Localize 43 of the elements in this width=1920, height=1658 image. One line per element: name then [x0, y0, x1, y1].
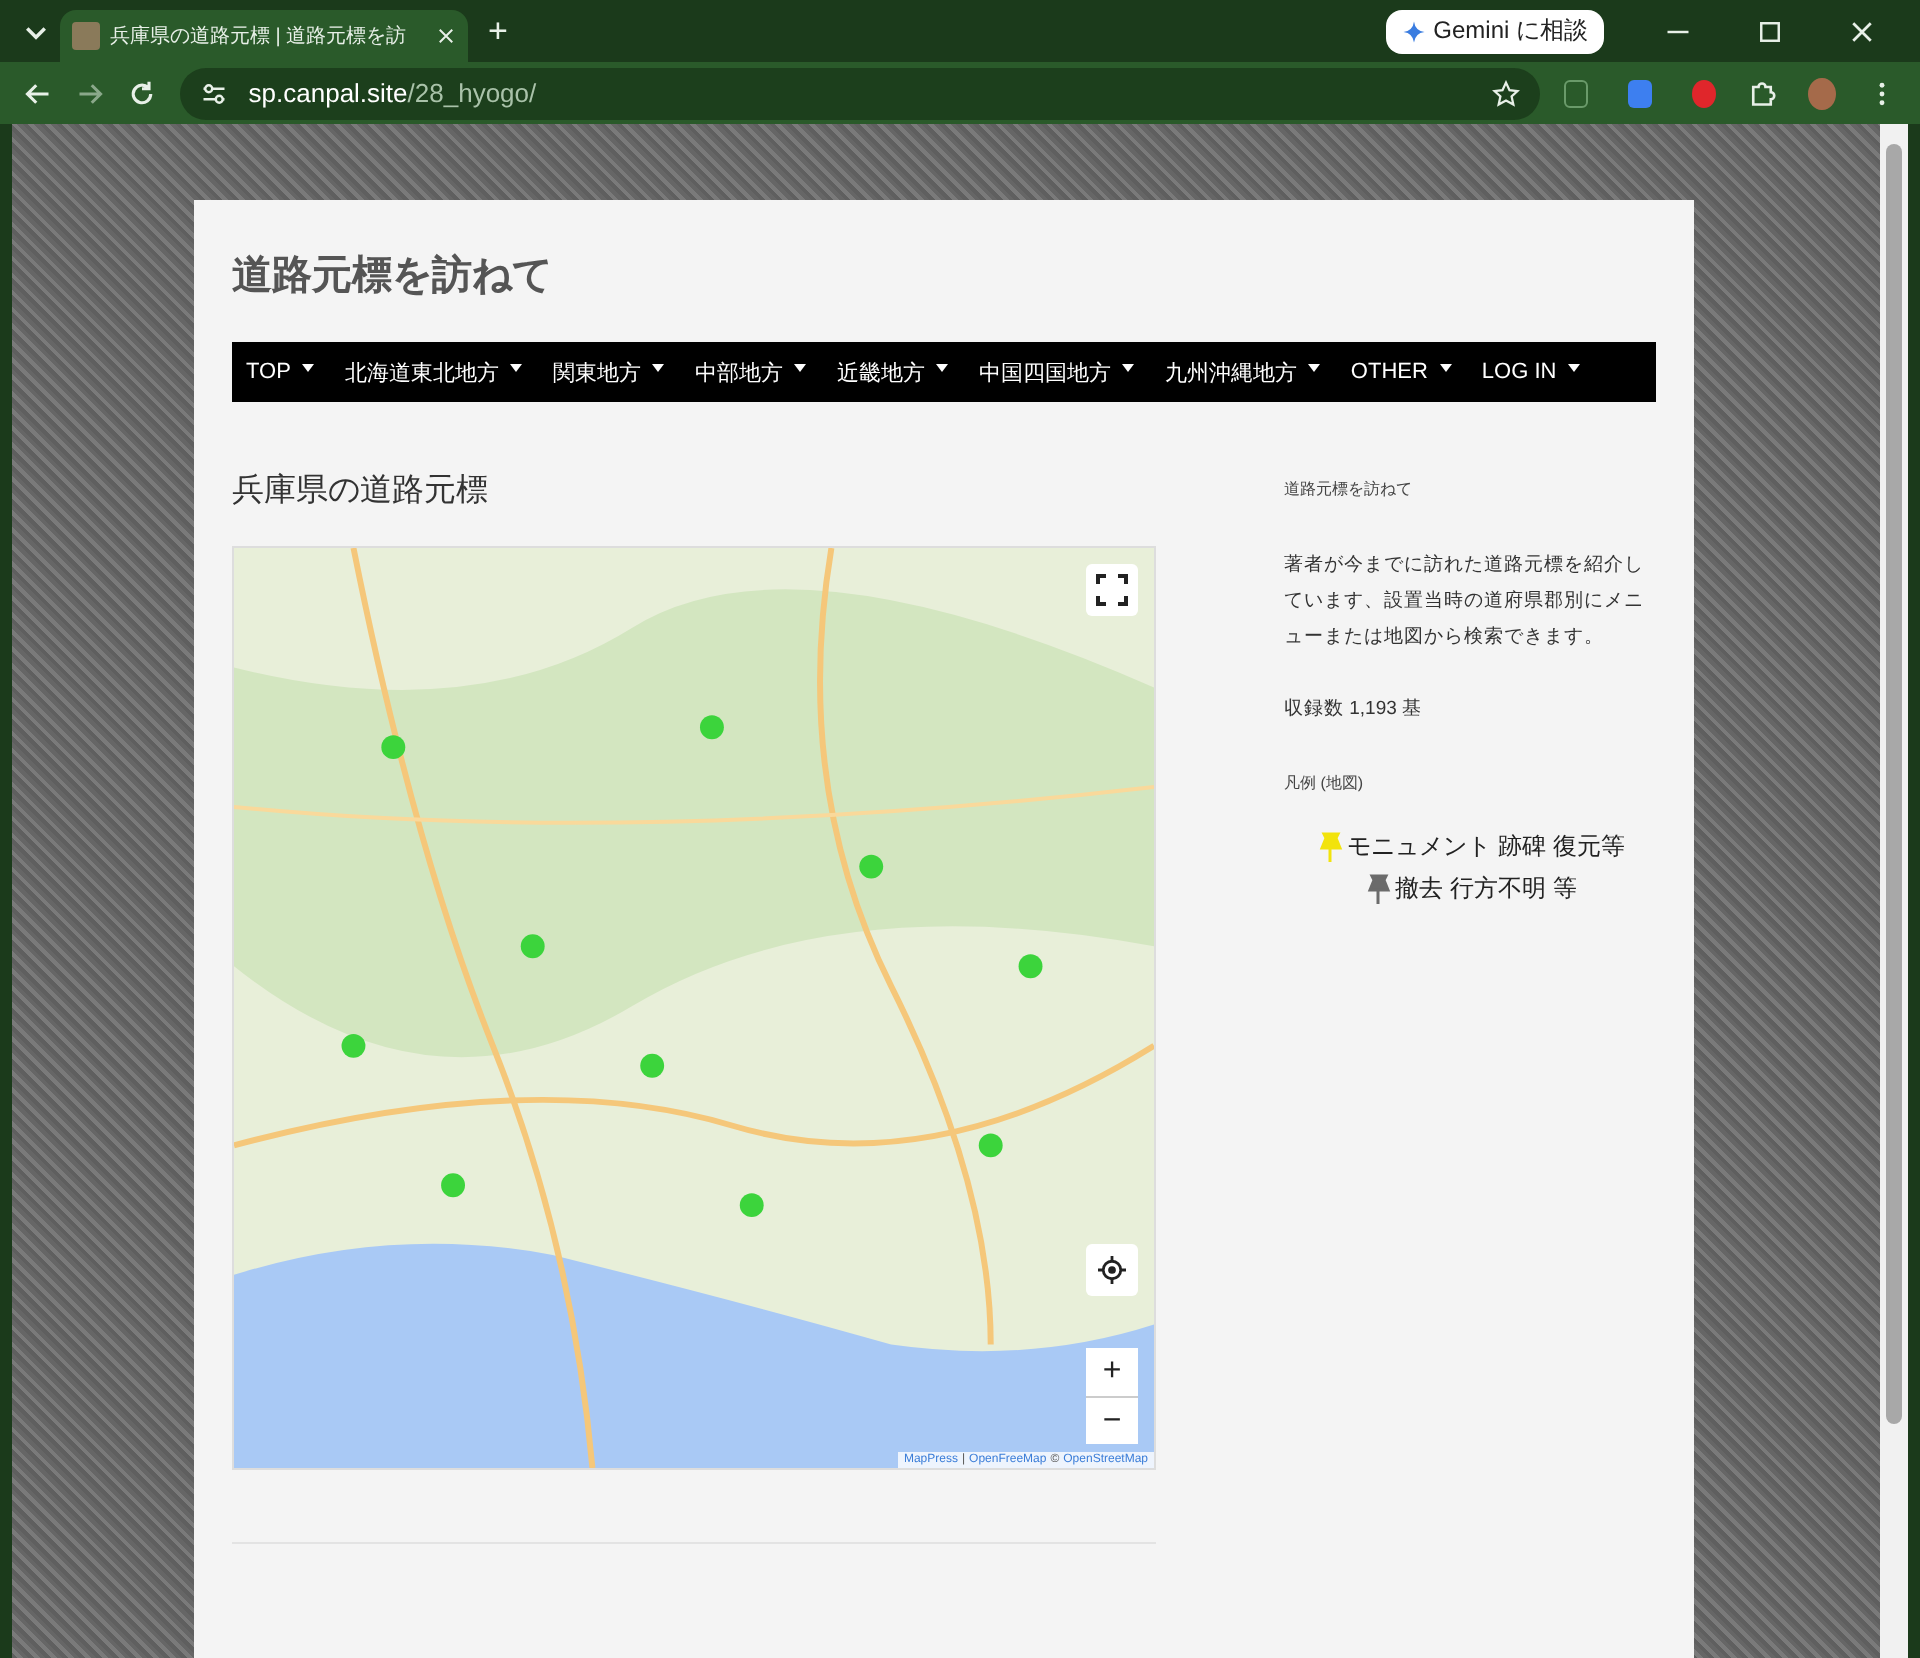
- nav-menu-item[interactable]: 九州沖縄地方: [1154, 342, 1341, 402]
- browser-tab[interactable]: 兵庫県の道路元標 | 道路元標を訪: [60, 10, 468, 62]
- site-settings-icon[interactable]: [200, 79, 229, 107]
- bookmark-star-icon[interactable]: [1492, 79, 1521, 107]
- nav-menu-item[interactable]: 関東地方: [542, 342, 685, 402]
- fullscreen-icon[interactable]: [1086, 564, 1138, 616]
- new-tab-button[interactable]: +: [488, 11, 508, 51]
- count-text: 収録数 1,193 基: [1284, 696, 1425, 724]
- caret-icon: [1122, 364, 1135, 372]
- caret-icon: [302, 364, 315, 372]
- site-title[interactable]: 道路元標を訪ねて: [232, 244, 1656, 342]
- page-heading: 兵庫県の道路元標: [232, 471, 490, 512]
- nav-menu-item[interactable]: 中部地方: [684, 342, 827, 402]
- widget-title: 道路元標を訪ねて: [1284, 478, 1414, 500]
- url-text: sp.canpal.site/28_hyogo/: [248, 78, 537, 108]
- pushpin-icon: [1363, 873, 1392, 905]
- description-text: 著者が今までに訪れた道路元標を紹介しています、設置当時の道府県郡別にメニューまたは地図から検索できます。: [1284, 552, 1646, 652]
- caret-icon: [1308, 364, 1321, 372]
- caret-icon: [510, 364, 523, 372]
- caret-icon: [794, 364, 807, 372]
- nav-menu-item[interactable]: 北海道東北地方: [334, 342, 543, 402]
- scrollbar-thumb[interactable]: [1886, 144, 1902, 1424]
- nav-menu-item[interactable]: 中国四国地方: [968, 342, 1155, 402]
- nav-menu-item[interactable]: LOG IN: [1471, 342, 1601, 402]
- gemini-button[interactable]: Gemini に相談: [1385, 9, 1604, 53]
- scrollbar[interactable]: [1880, 124, 1908, 1658]
- legend-title: 凡例 (地図): [1284, 772, 1366, 794]
- favicon-icon: [72, 22, 100, 50]
- nav-menu-item[interactable]: 近畿地方: [826, 342, 969, 402]
- nav-menu-item[interactable]: OTHER: [1340, 342, 1472, 402]
- nav-menu-item[interactable]: TOP: [236, 342, 335, 402]
- caret-icon: [1568, 364, 1581, 372]
- zoom-out-button[interactable]: −: [1086, 1396, 1138, 1444]
- caret-icon: [1439, 364, 1452, 372]
- pushpin-icon: [1315, 831, 1344, 863]
- locate-icon[interactable]: [1086, 1244, 1138, 1296]
- caret-icon: [936, 364, 949, 372]
- caret-icon: [652, 364, 665, 372]
- legend-label: モニュメント 跡碑 復元等: [1347, 830, 1625, 864]
- legend-label: 撤去 行方不明 等: [1395, 872, 1577, 906]
- close-icon[interactable]: [436, 26, 456, 46]
- address-bar[interactable]: sp.canpal.site/28_hyogo/: [180, 67, 1541, 119]
- sparkle-icon: [1401, 19, 1426, 43]
